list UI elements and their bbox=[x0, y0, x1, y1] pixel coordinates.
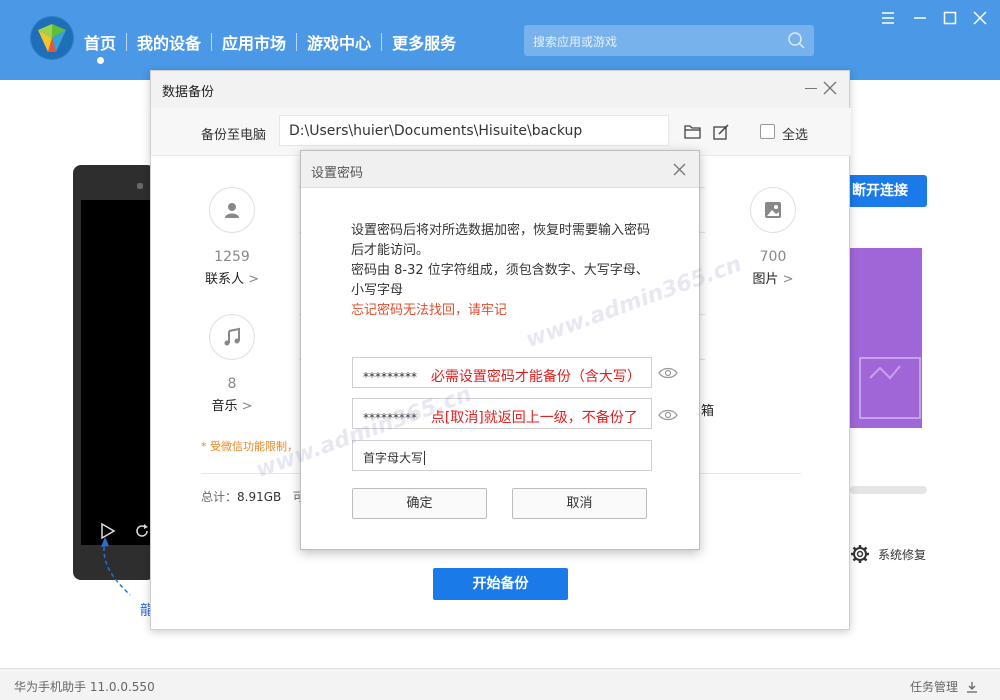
music-count: 8 bbox=[227, 376, 237, 392]
text-cursor: ​ bbox=[424, 451, 426, 465]
select-all-checkbox[interactable] bbox=[760, 124, 775, 139]
pictures-count: 700 bbox=[759, 249, 787, 265]
eye-icon[interactable] bbox=[658, 366, 678, 380]
password-input[interactable]: ********* 必需设置密码才能备份（含大写） bbox=[352, 357, 652, 388]
cancel-button[interactable]: 取消 bbox=[512, 488, 647, 519]
phone-preview bbox=[73, 165, 155, 580]
category-pictures[interactable]: 700 图片 > bbox=[728, 187, 818, 287]
menu-icon[interactable] bbox=[880, 10, 896, 26]
promo-panel bbox=[850, 248, 922, 428]
password-description: 设置密码后将对所选数据加密，恢复时需要输入密码后才能访问。 密码由 8-32 位… bbox=[351, 221, 656, 321]
app-version: 华为手机助手 11.0.0.550 bbox=[14, 680, 155, 694]
search-input[interactable]: 搜索应用或游戏 bbox=[524, 25, 814, 56]
password-desc-line1: 设置密码后将对所选数据加密，恢复时需要输入密码后才能访问。 bbox=[351, 223, 651, 258]
system-repair-item[interactable]: 系统修复 bbox=[850, 544, 926, 564]
password-desc-line2: 密码由 8-32 位字符组成，须包含数字、大写字母、小写字母 bbox=[351, 263, 649, 298]
contacts-label: 联系人 > bbox=[204, 272, 260, 287]
app-logo bbox=[30, 16, 74, 60]
music-label: 音乐 > bbox=[211, 399, 253, 414]
contacts-count: 1259 bbox=[214, 249, 250, 265]
folder-icon[interactable] bbox=[684, 124, 701, 139]
search-icon[interactable] bbox=[786, 30, 806, 50]
phone-camera bbox=[137, 183, 143, 189]
confirm-masked: ********* bbox=[363, 411, 417, 425]
status-bar: 华为手机助手 11.0.0.550 任务管理 bbox=[0, 668, 1000, 700]
eye-icon[interactable] bbox=[658, 408, 678, 422]
main-nav: 首页 我的设备 应用市场 游戏中心 更多服务 bbox=[84, 30, 466, 54]
category-contacts[interactable]: 1259 联系人 > bbox=[187, 187, 277, 287]
backup-dialog-header: 数据备份 bbox=[151, 71, 849, 108]
confirm-button[interactable]: 确定 bbox=[352, 488, 487, 519]
nav-more-services[interactable]: 更多服务 bbox=[382, 30, 466, 54]
category-partial-label: 箱 bbox=[701, 404, 715, 419]
backup-path-label: 备份至电脑 bbox=[201, 128, 267, 143]
confirm-annotation: 点[取消]就返回上一级，不备份了 bbox=[430, 410, 638, 426]
pictures-label: 图片 > bbox=[752, 272, 794, 287]
password-dialog-title: 设置密码 bbox=[311, 166, 364, 181]
password-warning: 忘记密码无法找回，请牢记 bbox=[351, 303, 508, 318]
task-manager-label: 任务管理 bbox=[909, 680, 958, 694]
system-repair-label: 系统修复 bbox=[878, 547, 927, 562]
dialog-close-icon[interactable] bbox=[823, 81, 837, 95]
close-icon[interactable] bbox=[972, 10, 988, 26]
nav-game-center[interactable]: 游戏中心 bbox=[297, 30, 381, 54]
password-hint-input[interactable]: 首字母大写​ bbox=[352, 440, 652, 471]
disconnect-button[interactable]: 断开连接 bbox=[850, 175, 927, 207]
promo-graphic bbox=[859, 357, 921, 419]
top-bar: 首页 我的设备 应用市场 游戏中心 更多服务 搜索应用或游戏 bbox=[0, 0, 1000, 80]
gear-icon bbox=[851, 545, 869, 563]
nav-my-device[interactable]: 我的设备 bbox=[127, 30, 211, 54]
edit-icon[interactable] bbox=[713, 124, 729, 140]
search-placeholder: 搜索应用或游戏 bbox=[533, 35, 618, 49]
music-icon bbox=[209, 314, 255, 360]
close-icon[interactable] bbox=[673, 163, 686, 176]
storage-progress bbox=[850, 486, 927, 494]
backup-path-field[interactable]: D:\Users\huier\Documents\Hisuite\backup bbox=[279, 115, 669, 146]
maximize-icon[interactable] bbox=[942, 10, 958, 26]
nav-app-market[interactable]: 应用市场 bbox=[212, 30, 296, 54]
active-nav-indicator bbox=[97, 57, 104, 64]
dialog-minimize-icon[interactable] bbox=[805, 88, 817, 89]
password-dialog-header: 设置密码 bbox=[301, 151, 699, 188]
password-annotation: 必需设置密码才能备份（含大写） bbox=[430, 369, 641, 385]
password-hint-value: 首字母大写 bbox=[363, 451, 424, 465]
start-backup-button[interactable]: 开始备份 bbox=[433, 568, 568, 600]
category-music[interactable]: 8 音乐 > bbox=[187, 314, 277, 414]
total-size: 总计：8.91GB 可 bbox=[201, 490, 305, 504]
backup-path-row: 备份至电脑 D:\Users\huier\Documents\Hisuite\b… bbox=[151, 108, 851, 156]
backup-dialog-title: 数据备份 bbox=[162, 85, 215, 100]
phone-screen bbox=[81, 200, 155, 545]
select-all-label: 全选 bbox=[782, 128, 809, 143]
nav-home[interactable]: 首页 bbox=[84, 30, 126, 54]
wechat-note: * 受微信功能限制， bbox=[201, 440, 298, 453]
task-manager[interactable]: 任务管理 bbox=[910, 678, 978, 695]
minimize-icon[interactable] bbox=[912, 10, 928, 26]
annotation-arrow: 龍 bbox=[101, 537, 154, 618]
password-dialog: 设置密码 设置密码后将对所选数据加密，恢复时需要输入密码后才能访问。 密码由 8… bbox=[300, 150, 700, 550]
confirm-password-input[interactable]: ********* 点[取消]就返回上一级，不备份了 bbox=[352, 398, 652, 429]
image-icon bbox=[750, 187, 796, 233]
password-masked: ********* bbox=[363, 370, 417, 384]
contacts-icon bbox=[209, 187, 255, 233]
download-icon bbox=[967, 681, 977, 693]
